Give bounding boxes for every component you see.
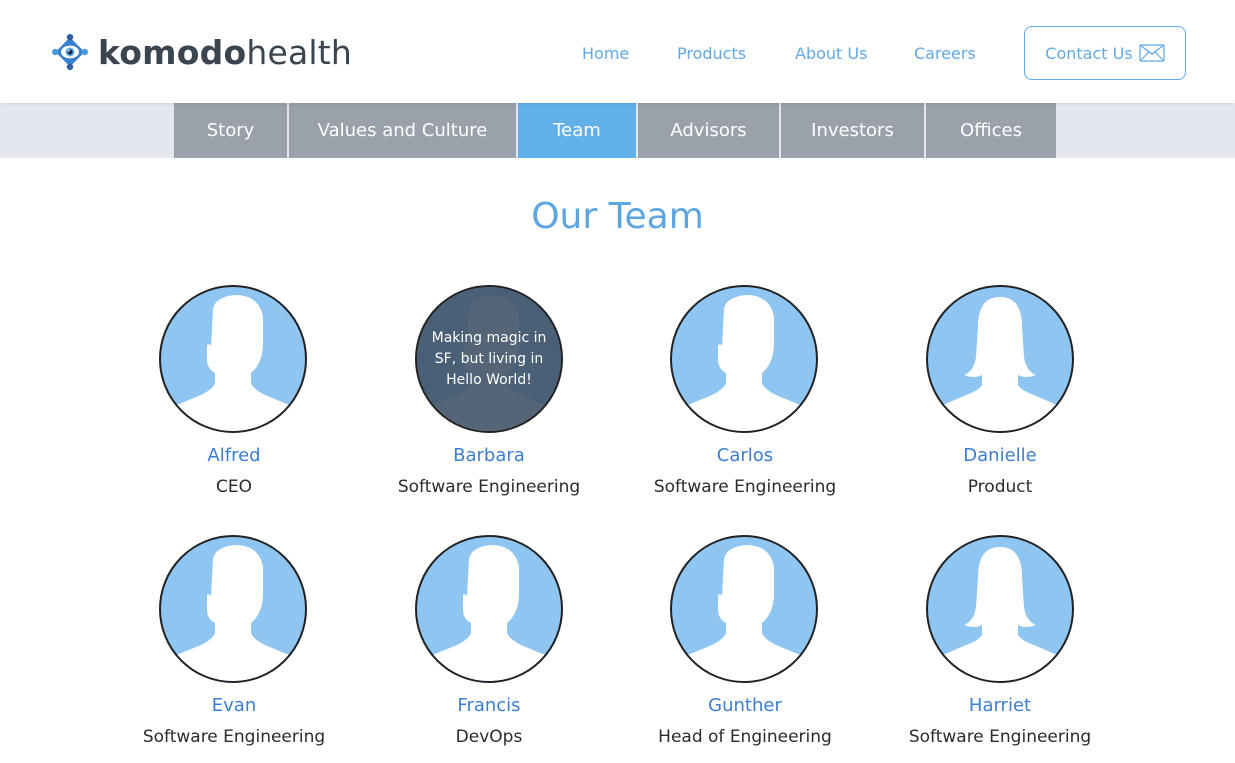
nav-home-link[interactable]: Home (582, 44, 629, 63)
female-silhouette-icon (934, 297, 1066, 431)
avatar-alfred[interactable] (159, 285, 307, 433)
member-role-danielle: Product (967, 477, 1033, 497)
nav-careers-link[interactable]: Careers (914, 44, 976, 63)
male-silhouette-icon (678, 295, 810, 431)
komodo-logo-icon (52, 33, 89, 71)
avatar-barbara[interactable]: Making magic in SF, but living in Hello … (415, 285, 563, 433)
member-name-carlos[interactable]: Carlos (625, 445, 865, 466)
member-role-alfred: CEO (216, 477, 252, 497)
tab-label: Investors (811, 120, 894, 141)
tab-label: Offices (960, 120, 1022, 141)
contact-us-button[interactable]: Contact Us (1024, 26, 1186, 80)
nav-products-link[interactable]: Products (677, 44, 746, 63)
tab-label: Advisors (670, 120, 747, 141)
tab-label: Values and Culture (317, 120, 488, 141)
member-role-barbara: Software Engineering (397, 477, 581, 497)
female-silhouette-icon (934, 547, 1066, 681)
member-name-danielle[interactable]: Danielle (880, 445, 1120, 466)
avatar-harriet[interactable] (926, 535, 1074, 683)
member-name-gunther[interactable]: Gunther (625, 695, 865, 716)
avatar-danielle[interactable] (926, 285, 1074, 433)
member-name-evan[interactable]: Evan (114, 695, 354, 716)
avatar-hover-text: Making magic in SF, but living in Hello … (431, 329, 547, 388)
tab-offices[interactable]: Offices (926, 103, 1056, 158)
tab-team[interactable]: Team (518, 103, 636, 158)
tab-label: Team (553, 120, 601, 141)
page-title: Our Team (531, 196, 704, 237)
envelope-icon (1139, 44, 1165, 62)
member-role-francis: DevOps (455, 727, 523, 747)
brand-name: komodohealth (98, 33, 352, 72)
male-silhouette-icon (678, 545, 810, 681)
site-header: komodohealth Home Products About Us Care… (0, 0, 1235, 103)
member-name-francis[interactable]: Francis (369, 695, 609, 716)
member-name-alfred[interactable]: Alfred (114, 445, 354, 466)
member-role-carlos: Software Engineering (653, 477, 837, 497)
member-name-harriet[interactable]: Harriet (880, 695, 1120, 716)
tab-advisors[interactable]: Advisors (638, 103, 779, 158)
avatar-hover-overlay: Making magic in SF, but living in Hello … (417, 287, 561, 431)
komodo-health-logo[interactable]: komodohealth (52, 24, 352, 80)
avatar-evan[interactable] (159, 535, 307, 683)
avatar-carlos[interactable] (670, 285, 818, 433)
male-silhouette-icon (167, 295, 299, 431)
avatar-francis[interactable] (415, 535, 563, 683)
tab-story[interactable]: Story (174, 103, 287, 158)
member-role-evan: Software Engineering (142, 727, 326, 747)
male-silhouette-icon (423, 545, 555, 681)
avatar-gunther[interactable] (670, 535, 818, 683)
nav-about-us-link[interactable]: About Us (795, 44, 867, 63)
member-role-harriet: Software Engineering (908, 727, 1092, 747)
contact-us-label: Contact Us (1045, 43, 1133, 63)
member-name-barbara[interactable]: Barbara (369, 445, 609, 466)
tab-label: Story (206, 120, 255, 141)
brand-name-bold: komodo (98, 32, 247, 72)
brand-name-light: health (246, 32, 352, 72)
male-silhouette-icon (167, 545, 299, 681)
tab-values-and-culture[interactable]: Values and Culture (289, 103, 516, 158)
tab-investors[interactable]: Investors (781, 103, 924, 158)
member-role-gunther: Head of Engineering (658, 727, 832, 747)
